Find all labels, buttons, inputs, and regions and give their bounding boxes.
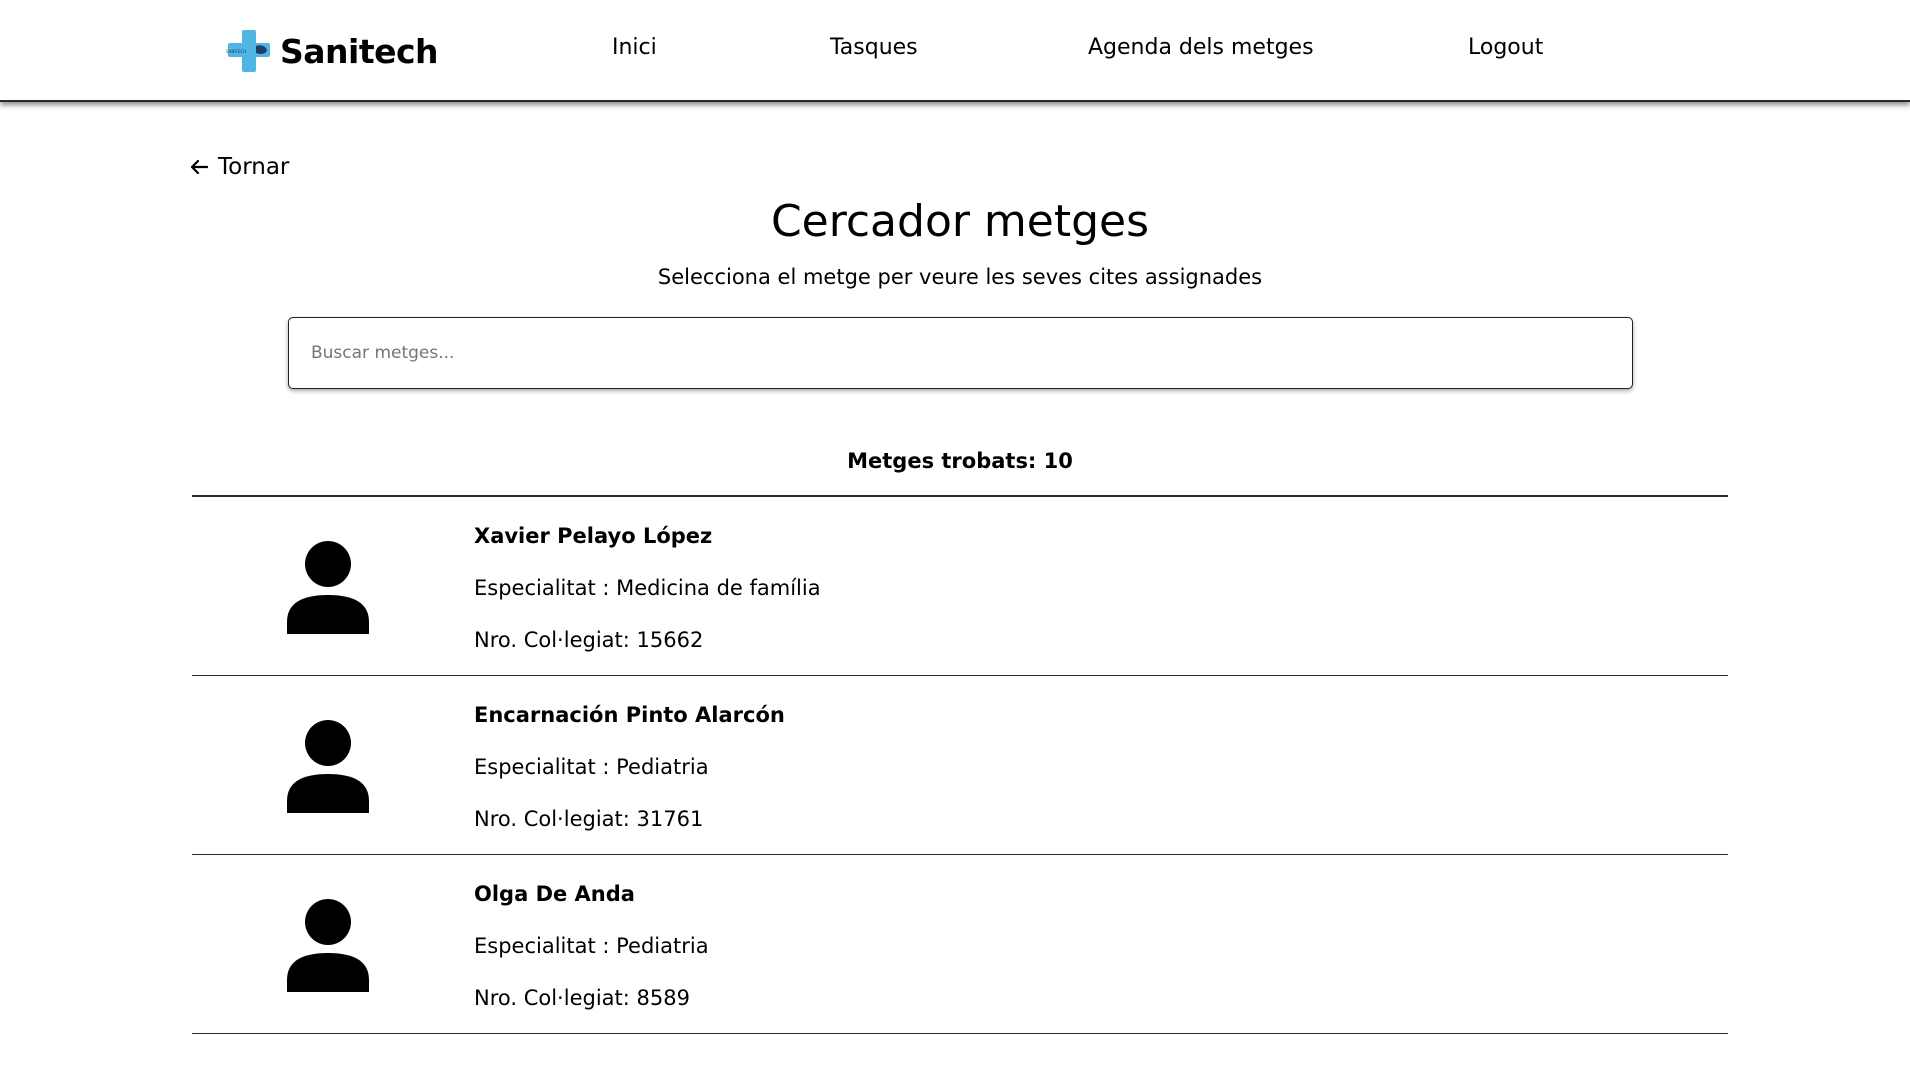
results-count: Metges trobats: 10 — [847, 449, 1073, 473]
page-title: Cercador metges — [770, 196, 1150, 247]
doctor-specialty: Especialitat : Medicina de família — [474, 576, 821, 600]
arrow-left-icon — [190, 159, 208, 175]
doctor-name: Xavier Pelayo López — [474, 524, 713, 548]
doctor-specialty: Especialitat : Pediatria — [474, 934, 709, 958]
user-avatar-icon — [287, 899, 369, 992]
doctor-license: Nro. Col·legiat: 15662 — [474, 628, 704, 652]
back-label: Tornar — [218, 154, 290, 180]
brand-logo[interactable]: SANITECH Sanitech — [226, 28, 439, 74]
medical-cross-icon: SANITECH — [226, 30, 270, 72]
doctor-list-item[interactable]: Encarnación Pinto Alarcón Especialitat :… — [192, 676, 1728, 855]
back-link[interactable]: Tornar — [190, 154, 289, 180]
nav-agenda-metges[interactable]: Agenda dels metges — [1088, 35, 1314, 60]
page-subtitle: Selecciona el metge per veure les seves … — [657, 265, 1263, 289]
doctor-list-item[interactable]: Olga De Anda Especialitat : Pediatria Nr… — [192, 855, 1728, 1034]
nav-tasques[interactable]: Tasques — [830, 35, 918, 60]
doctor-list-item[interactable]: Xavier Pelayo López Especialitat : Medic… — [192, 497, 1728, 676]
doctor-license: Nro. Col·legiat: 31761 — [474, 807, 704, 831]
doctor-list: Xavier Pelayo López Especialitat : Medic… — [192, 495, 1728, 1034]
doctor-name: Olga De Anda — [474, 882, 635, 906]
doctor-name: Encarnación Pinto Alarcón — [474, 703, 785, 727]
nav-logout[interactable]: Logout — [1468, 35, 1543, 60]
doctor-license: Nro. Col·legiat: 8589 — [474, 986, 690, 1010]
user-avatar-icon — [287, 720, 369, 813]
nav-inici[interactable]: Inici — [612, 35, 657, 60]
brand-name: Sanitech — [280, 31, 439, 71]
doctor-specialty: Especialitat : Pediatria — [474, 755, 709, 779]
user-avatar-icon — [287, 541, 369, 634]
search-input[interactable] — [288, 317, 1633, 389]
brand-mark-text: SANITECH — [226, 49, 246, 54]
top-navbar: SANITECH Sanitech Inici Tasques Agenda d… — [0, 0, 1910, 102]
